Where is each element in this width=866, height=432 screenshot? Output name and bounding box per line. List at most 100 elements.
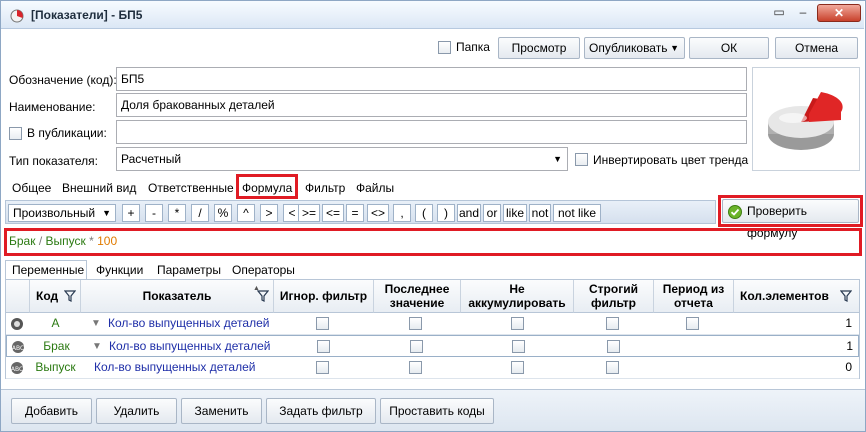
op-equal[interactable]: = [346,204,364,222]
op-percent[interactable]: % [214,204,232,222]
grid-header-strict-filter[interactable]: Строгий фильтр [574,280,654,313]
subtab-functions[interactable]: Функции [96,263,143,277]
check-circle-icon [728,204,742,219]
publication-field[interactable] [116,120,747,144]
delete-button[interactable]: Удалить [96,398,177,424]
publish-dropdown-button[interactable]: Опубликовать ▼ [584,37,685,59]
op-close-paren[interactable]: ) [437,204,455,222]
name-field[interactable]: Доля бракованных деталей [116,93,747,117]
ok-button[interactable]: ОК [689,37,769,59]
tab-filter[interactable]: Фильтр [305,181,345,195]
period-checkbox[interactable] [686,317,699,330]
last-value-checkbox[interactable] [409,361,422,374]
op-multiply[interactable]: * [168,204,186,222]
grid-header-ignore-filter[interactable]: Игнор. фильтр [274,280,374,313]
grid-header-code[interactable]: Код [30,280,81,313]
op-less-equal[interactable]: <= [322,204,344,222]
grid-header-indicator[interactable]: Показатель ▲ [81,280,274,313]
op-power[interactable]: ^ [237,204,255,222]
not-accumulate-checkbox[interactable] [511,361,524,374]
row-indicator-link[interactable]: Кол-во выпущенных деталей [109,336,270,358]
filter-icon[interactable] [839,290,853,305]
ignore-filter-checkbox[interactable] [317,340,330,353]
last-value-checkbox[interactable] [409,317,422,330]
close-icon[interactable]: ✕ [817,4,861,22]
not-accumulate-checkbox[interactable] [511,317,524,330]
mode-label: Произвольный [13,206,96,220]
subtab-parameters[interactable]: Параметры [157,263,221,277]
op-like[interactable]: like [503,204,527,222]
folder-checkbox[interactable] [438,41,451,54]
publication-checkbox[interactable] [9,127,22,140]
op-comma[interactable]: , [393,204,411,222]
name-label: Наименование: [9,100,96,114]
indicator-image[interactable] [752,67,860,171]
grid-header-last-value[interactable]: Последнее значение [374,280,461,313]
op-and[interactable]: and [457,204,481,222]
ignore-filter-checkbox[interactable] [316,317,329,330]
grid-header-count[interactable]: Кол.элементов [734,280,859,313]
table-row[interactable]: ABC Выпуск Кол-во выпущенных деталей 0 [6,357,859,379]
set-codes-button[interactable]: Проставить коды [380,398,494,424]
grid-header-period-1: Период из [662,282,725,296]
grid-header-period[interactable]: Период из отчета [654,280,734,313]
grid-header-icon [6,280,30,313]
table-row[interactable]: ABC Брак ▼ Кол-во выпущенных деталей 1 [6,335,859,357]
grid-header-not-accumulate[interactable]: Не аккумулировать [461,280,574,313]
row-count: 1 [845,316,852,330]
type-label: Тип показателя: [9,154,98,168]
filter-icon[interactable] [256,290,270,305]
cancel-button[interactable]: Отмена [775,37,858,59]
filter-icon[interactable] [63,290,77,305]
tab-general[interactable]: Общее [12,181,51,195]
table-row[interactable]: А ▼ Кол-во выпущенных деталей 1 [6,313,859,335]
mode-select[interactable]: Произвольный ▼ [8,204,116,222]
subtab-operators[interactable]: Операторы [232,263,295,277]
type-value: Расчетный [121,152,182,166]
title-bar: [Показатели] - БП5 ▭ – ✕ [1,1,864,29]
strict-filter-checkbox[interactable] [606,317,619,330]
strict-filter-checkbox[interactable] [607,340,620,353]
strict-filter-checkbox[interactable] [606,361,619,374]
row-code: А [51,316,60,330]
op-minus[interactable]: - [145,204,163,222]
ignore-filter-checkbox[interactable] [316,361,329,374]
formula-var-left: Брак [9,234,36,248]
last-value-checkbox[interactable] [410,340,423,353]
type-select[interactable]: Расчетный ▼ [116,147,568,171]
chevron-down-icon: ▼ [553,154,562,164]
formula-editor[interactable]: Брак / Выпуск * 100 [9,234,117,248]
tab-formula[interactable]: Формула [242,181,292,195]
row-indicator-link[interactable]: Кол-во выпущенных деталей [108,313,269,335]
op-not[interactable]: not [529,204,551,222]
op-or[interactable]: or [483,204,501,222]
tab-appearance[interactable]: Внешний вид [62,181,136,195]
tab-files[interactable]: Файлы [356,181,394,195]
row-indicator-link[interactable]: Кол-во выпущенных деталей [94,357,255,379]
grid-header-not-acc-2: аккумулировать [468,296,566,310]
op-open-paren[interactable]: ( [415,204,433,222]
preview-button[interactable]: Просмотр [498,37,580,59]
row-code: Брак [43,339,70,353]
code-field[interactable]: БП5 [116,67,747,91]
op-divide[interactable]: / [191,204,209,222]
window-title: [Показатели] - БП5 [31,8,143,22]
not-accumulate-checkbox[interactable] [512,340,525,353]
minimize-icon[interactable]: – [791,4,815,22]
op-greater[interactable]: > [260,204,278,222]
tab-responsible[interactable]: Ответственные [148,181,234,195]
subtab-variables[interactable]: Переменные [12,263,84,277]
invert-trend-checkbox[interactable] [575,153,588,166]
variable-type-icon [9,316,25,332]
add-button[interactable]: Добавить [11,398,92,424]
check-formula-button[interactable]: Проверить формулу [722,199,859,240]
code-label: Обозначение (код): [9,73,117,87]
op-plus[interactable]: + [122,204,140,222]
operator-toolbar: Произвольный ▼ + - * / % ^ > < >= <= = <… [5,200,716,224]
replace-button[interactable]: Заменить [181,398,262,424]
set-filter-button[interactable]: Задать фильтр [266,398,376,424]
restore-icon[interactable]: ▭ [767,4,791,22]
op-not-like[interactable]: not like [553,204,601,222]
op-greater-equal[interactable]: >= [298,204,320,222]
op-not-equal[interactable]: <> [367,204,389,222]
